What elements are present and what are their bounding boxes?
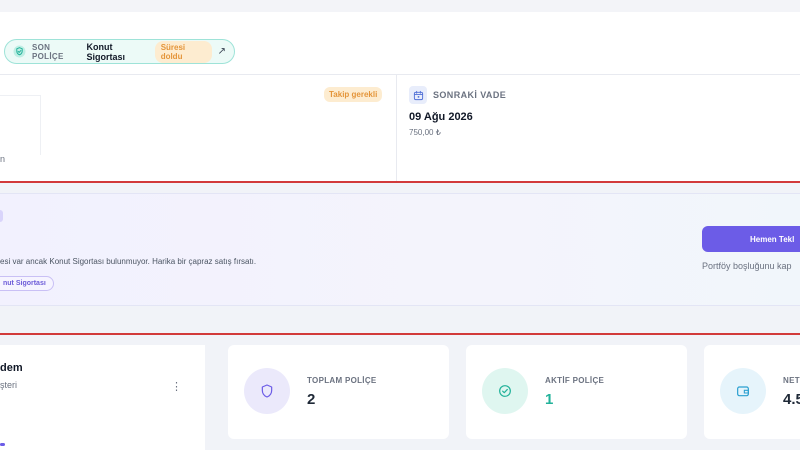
top-band	[0, 0, 800, 12]
follow-up-badge: Takip gerekli	[324, 87, 383, 102]
get-quote-label: Hemen Tekl	[750, 234, 795, 244]
customer-card	[0, 345, 205, 450]
divider	[0, 95, 40, 96]
stat-value: 4.5	[783, 391, 800, 408]
cross-sell-banner	[0, 193, 800, 306]
stat-value: 1	[545, 391, 554, 408]
cross-sell-message: esi var ancak Konut Sigortası bulunmuyor…	[0, 257, 257, 266]
missing-product-tag[interactable]: nut Sigortası	[0, 276, 54, 291]
more-options-icon[interactable]: ⋮	[171, 382, 182, 393]
annotation-line	[0, 333, 800, 335]
get-quote-button[interactable]: Hemen Tekl	[702, 226, 800, 252]
status-badge: Süresi doldu	[154, 40, 212, 63]
divider	[0, 74, 800, 75]
last-policy-name: Konut Sigortası	[86, 41, 126, 62]
cross-sell-subtext: Portföy boşluğunu kap	[702, 261, 792, 271]
stat-label: NET	[783, 376, 800, 385]
calendar-icon	[409, 86, 427, 104]
external-arrow-icon[interactable]: ↗	[218, 46, 226, 57]
customer-link[interactable]	[0, 443, 5, 446]
stat-card-net: NET 4.5	[704, 345, 800, 439]
next-due-amount: 750,00 ₺	[409, 128, 441, 137]
customer-role: şteri	[0, 380, 18, 390]
last-policy-pill[interactable]: SON POLİÇE Konut Sigortası Süresi doldu …	[4, 39, 235, 64]
next-due-label: SONRAKİ VADE	[433, 90, 507, 100]
stat-card-total-policies: TOPLAM POLİÇE 2	[228, 345, 449, 439]
stat-value: 2	[307, 391, 316, 408]
last-policy-label: SON POLİÇE	[32, 42, 64, 61]
next-due-date: 09 Ağu 2026	[409, 111, 473, 123]
sparkle-icon	[0, 210, 3, 222]
stat-label: TOPLAM POLİÇE	[307, 376, 377, 385]
shield-icon	[244, 368, 290, 414]
divider	[40, 95, 41, 155]
wallet-icon	[720, 368, 766, 414]
follow-up-text: n	[0, 154, 6, 164]
shield-check-icon	[13, 45, 26, 58]
stat-card-active-policies: AKTİF POLİÇE 1	[466, 345, 687, 439]
customer-name: dem	[0, 362, 23, 374]
check-shield-icon	[482, 368, 528, 414]
divider	[396, 75, 397, 181]
stat-label: AKTİF POLİÇE	[545, 376, 605, 385]
annotation-line	[0, 181, 800, 183]
policy-summary-panel	[0, 12, 800, 182]
